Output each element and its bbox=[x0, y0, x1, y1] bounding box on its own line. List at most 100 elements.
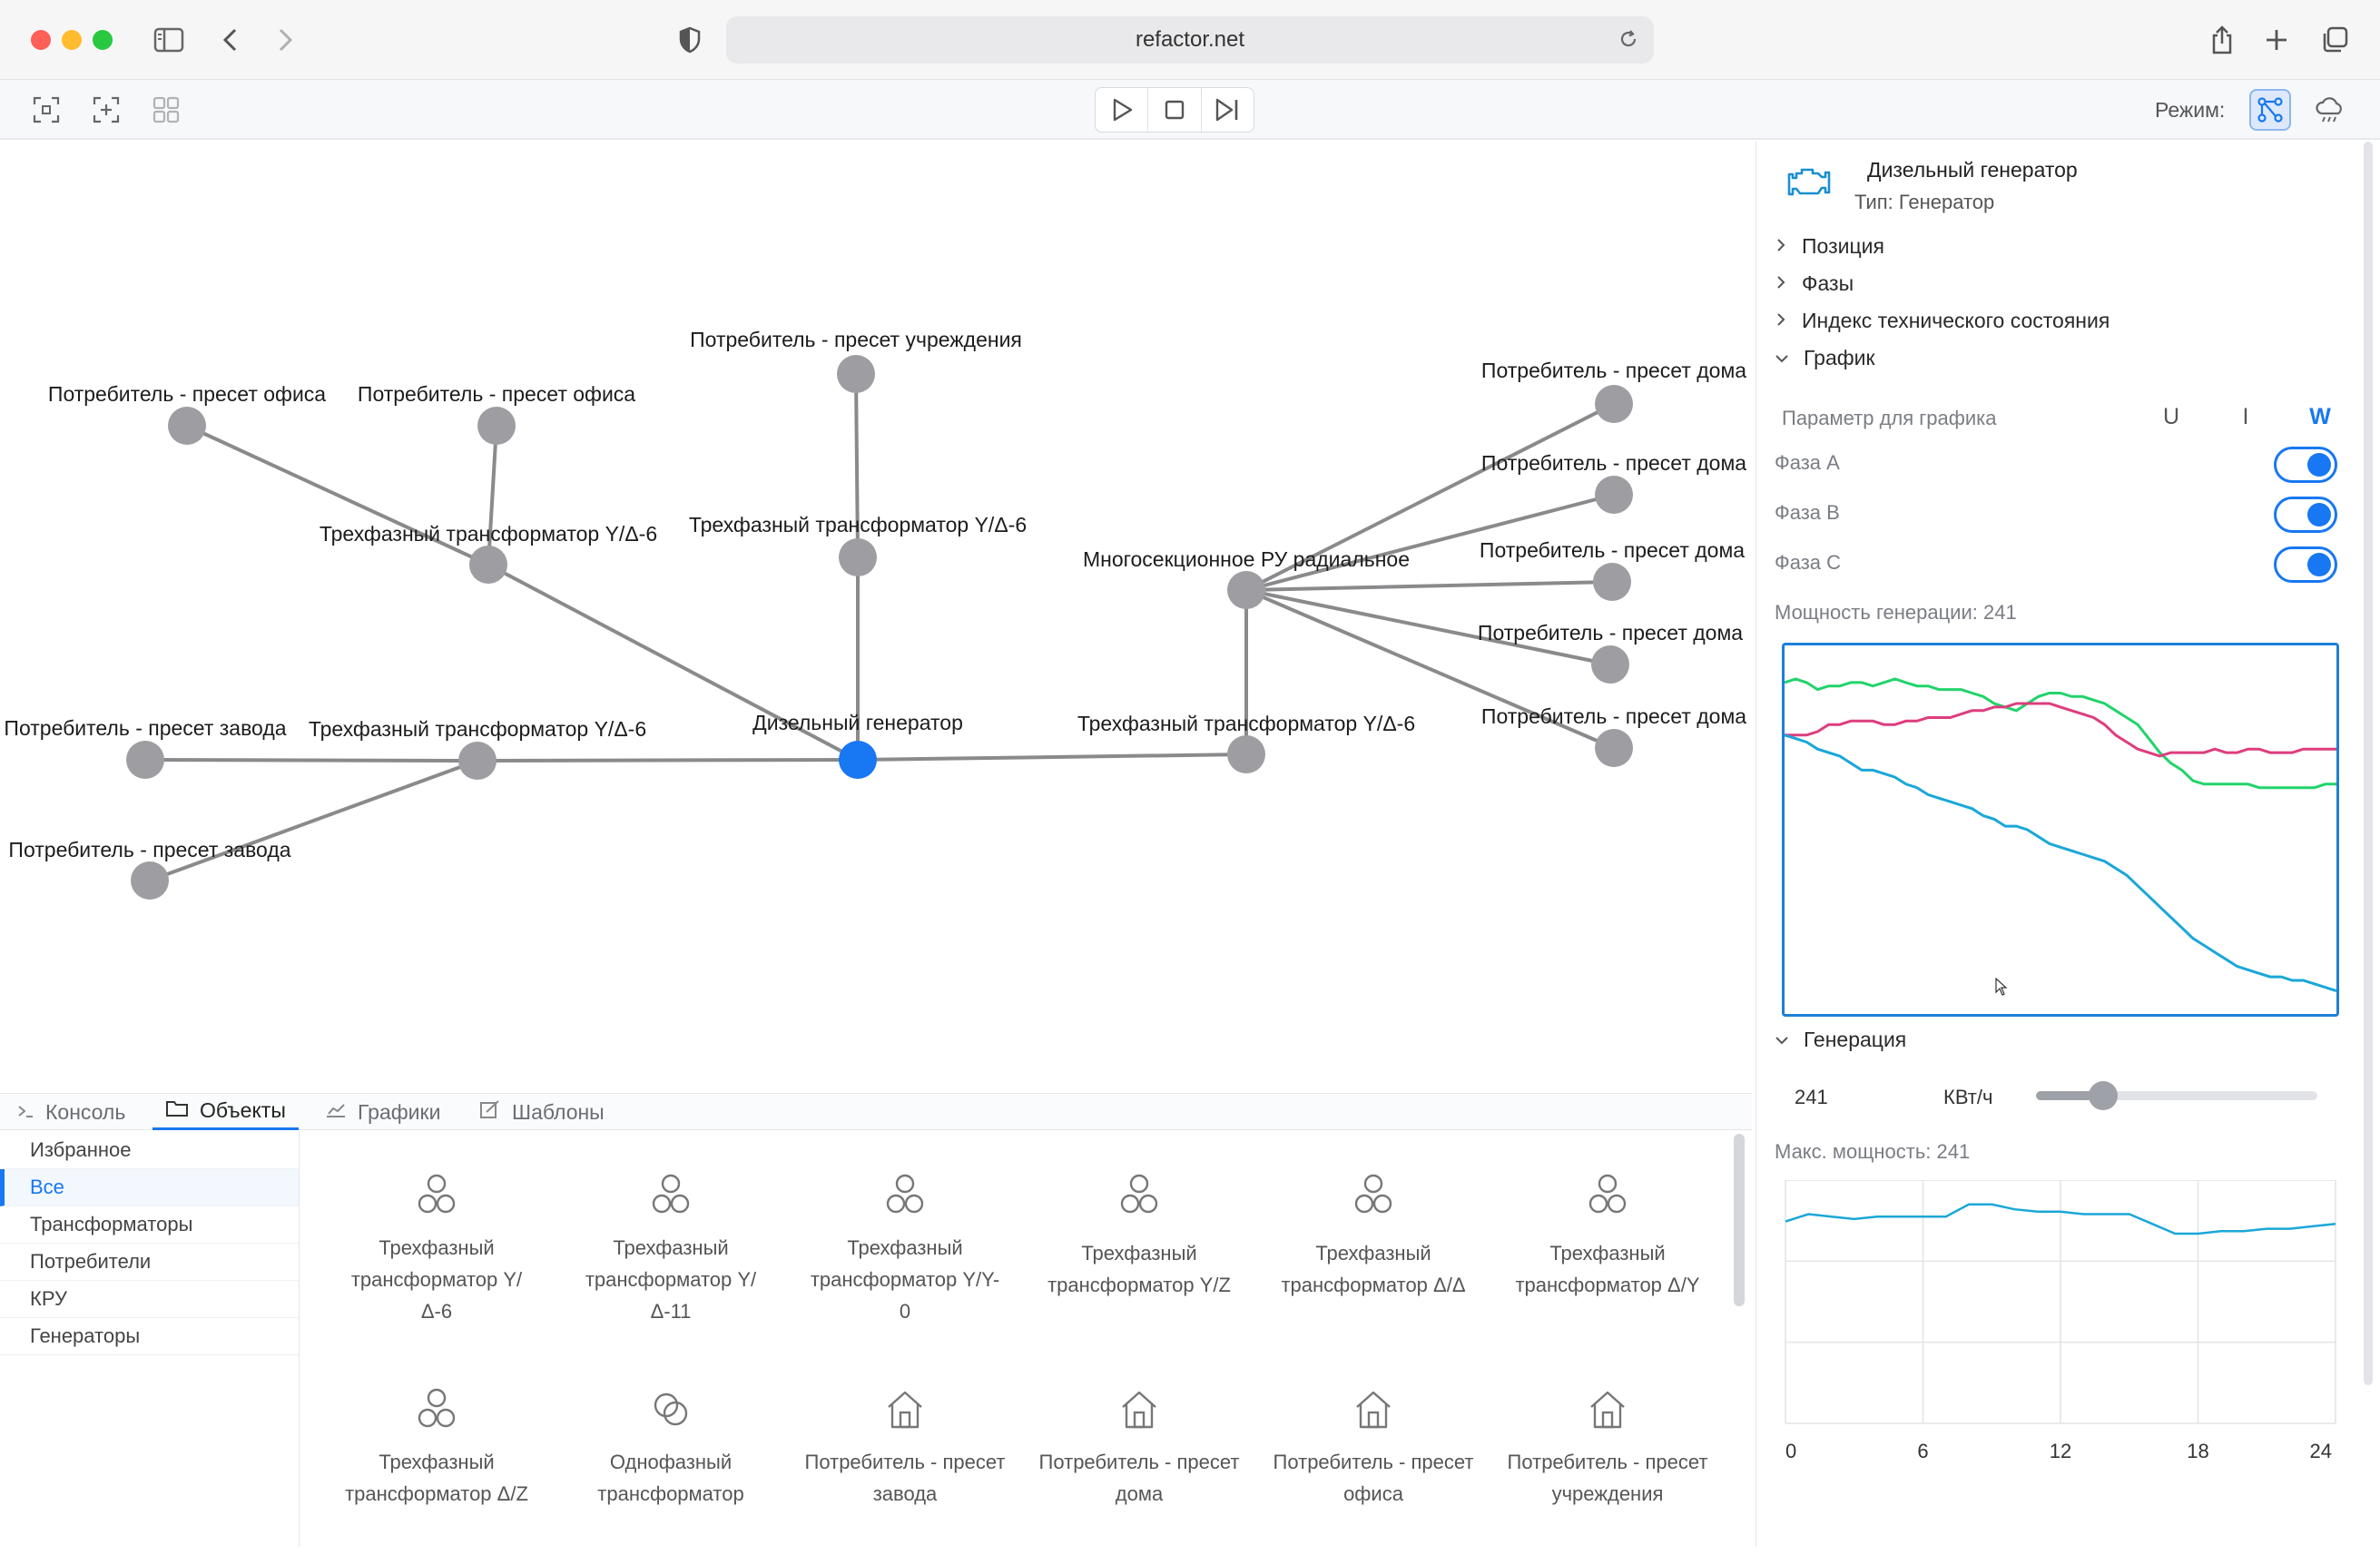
address-bar[interactable]: refactor.net bbox=[726, 16, 1654, 64]
section-position[interactable]: Позиция bbox=[1775, 234, 1884, 259]
object-card[interactable]: Трехфазный трансформатор Y/Z bbox=[1028, 1141, 1251, 1341]
graph-node[interactable] bbox=[839, 538, 877, 576]
graph-node[interactable] bbox=[1591, 645, 1629, 684]
browser-chrome: refactor.net bbox=[0, 0, 2380, 80]
section-phases[interactable]: Фазы bbox=[1775, 271, 1854, 296]
phase-b-toggle[interactable] bbox=[2274, 497, 2337, 533]
tab-charts[interactable]: Графики bbox=[325, 1094, 440, 1130]
object-card[interactable]: Трехфазный трансформатор Y/Δ-6 bbox=[325, 1141, 548, 1341]
graph-node[interactable] bbox=[126, 741, 164, 779]
graph-edge[interactable] bbox=[857, 753, 1247, 762]
graph-node[interactable] bbox=[131, 861, 169, 900]
properties-panel: Дизельный генератор Тип: Генератор Позиц… bbox=[1755, 142, 2380, 1546]
house-icon bbox=[1350, 1372, 1397, 1446]
new-tab-icon[interactable] bbox=[2257, 20, 2296, 60]
sidebar-toggle-icon[interactable] bbox=[149, 20, 189, 60]
step-forward-icon[interactable] bbox=[1202, 88, 1254, 132]
graph-edge[interactable] bbox=[149, 759, 478, 882]
generation-value[interactable]: 241 bbox=[1795, 1086, 1828, 1109]
object-card[interactable]: Трехфазный трансформатор Y/Δ-11 bbox=[559, 1141, 782, 1341]
graph-edge[interactable] bbox=[1245, 580, 1613, 592]
graph-edge[interactable] bbox=[144, 758, 478, 763]
close-window-button[interactable] bbox=[31, 30, 51, 50]
section-generation[interactable]: Генерация bbox=[1775, 1028, 1906, 1052]
generation-slider[interactable] bbox=[2036, 1081, 2317, 1110]
object-card[interactable]: Потребитель - пресет дома bbox=[1028, 1355, 1251, 1555]
fit-view-icon[interactable] bbox=[25, 89, 67, 131]
tab-objects[interactable]: Объекты bbox=[152, 1094, 299, 1130]
object-card[interactable]: Потребитель - пресет офиса bbox=[1262, 1355, 1485, 1555]
phase-a-label: Фаза A bbox=[1775, 451, 1840, 474]
section-chart[interactable]: График bbox=[1775, 346, 1875, 370]
slider-thumb[interactable] bbox=[2089, 1081, 2119, 1110]
share-icon[interactable] bbox=[2202, 20, 2242, 60]
three-circles-icon bbox=[1350, 1157, 1397, 1232]
panel-scrollbar[interactable] bbox=[2364, 142, 2373, 1385]
category-consumers[interactable]: Потребители bbox=[0, 1244, 299, 1281]
shield-icon[interactable] bbox=[670, 20, 710, 60]
object-grid-scrollbar[interactable] bbox=[1734, 1134, 1745, 1306]
max-power-chart[interactable]: 0 6 12 18 24 bbox=[1782, 1179, 2339, 1471]
phase-c-toggle[interactable] bbox=[2274, 546, 2337, 583]
graph-node-label: Потребитель - пресет дома bbox=[1481, 359, 1746, 382]
weather-mode-icon[interactable] bbox=[2309, 89, 2351, 131]
graph-node[interactable] bbox=[837, 355, 875, 393]
graph-node[interactable] bbox=[1593, 563, 1631, 601]
category-favorites[interactable]: Избранное bbox=[0, 1132, 299, 1169]
object-card[interactable]: Потребитель - пресет учреждения bbox=[1496, 1355, 1719, 1555]
graph-node[interactable] bbox=[458, 742, 497, 780]
network-mode-icon[interactable] bbox=[2249, 89, 2291, 131]
section-health-index[interactable]: Индекс технического состояния bbox=[1775, 309, 2110, 333]
minimize-window-button[interactable] bbox=[62, 30, 82, 50]
graph-node-label: Трехфазный трансформатор Y/Δ-6 bbox=[309, 717, 646, 741]
stop-icon[interactable] bbox=[1148, 88, 1202, 132]
section-label: Индекс технического состояния bbox=[1802, 309, 2110, 332]
param-row: Параметр для графика U I W bbox=[1782, 379, 2354, 454]
tab-console[interactable]: Консоль bbox=[16, 1094, 125, 1130]
three-circles-icon bbox=[413, 1372, 460, 1446]
object-card[interactable]: Трехфазный трансформатор Y/Y-0 bbox=[793, 1141, 1017, 1341]
graph-node-selected[interactable] bbox=[839, 741, 877, 779]
graph-node[interactable] bbox=[477, 407, 516, 445]
forward-icon[interactable] bbox=[265, 20, 305, 60]
param-i-button[interactable]: I bbox=[2218, 396, 2274, 438]
two-circles-icon bbox=[647, 1372, 694, 1446]
category-generators[interactable]: Генераторы bbox=[0, 1318, 299, 1355]
network-canvas[interactable]: Дизельный генератор Трехфазный трансформа… bbox=[0, 142, 1752, 1093]
object-card-label: Трехфазный трансформатор Y/Δ-11 bbox=[585, 1236, 757, 1323]
reload-icon[interactable] bbox=[1618, 28, 1639, 56]
category-all[interactable]: Все bbox=[0, 1169, 299, 1206]
object-card[interactable]: Трехфазный трансформатор Δ/Δ bbox=[1262, 1141, 1485, 1341]
phase-power-chart[interactable] bbox=[1782, 643, 2339, 1017]
network-graph[interactable]: Дизельный генератор Трехфазный трансформа… bbox=[0, 142, 1752, 1093]
graph-node[interactable] bbox=[1595, 476, 1633, 514]
max-power-label: Макс. мощность: 241 bbox=[1775, 1140, 1971, 1163]
graph-node-label: Потребитель - пресет завода bbox=[4, 716, 286, 740]
object-card[interactable]: Однофазный трансформатор bbox=[559, 1355, 782, 1555]
zoom-to-selection-icon[interactable] bbox=[85, 89, 127, 131]
phase-a-toggle[interactable] bbox=[2274, 447, 2337, 483]
category-transformers[interactable]: Трансформаторы bbox=[0, 1206, 299, 1244]
object-card[interactable]: Трехфазный трансформатор Δ/Z bbox=[325, 1355, 548, 1555]
param-w-button[interactable]: W bbox=[2292, 396, 2348, 438]
object-card[interactable]: Потребитель - пресет завода bbox=[793, 1355, 1017, 1555]
graph-node[interactable] bbox=[168, 407, 206, 445]
maximize-window-button[interactable] bbox=[93, 30, 113, 50]
power-generation-label: Мощность генерации: 241 bbox=[1775, 601, 2017, 624]
graph-node[interactable] bbox=[469, 546, 507, 584]
object-card[interactable]: Трехфазный трансформатор Δ/Y bbox=[1496, 1141, 1719, 1341]
graph-node-label: Потребитель - пресет офиса bbox=[358, 382, 635, 406]
back-icon[interactable] bbox=[211, 20, 251, 60]
graph-node[interactable] bbox=[1595, 729, 1633, 767]
grid-layout-icon[interactable] bbox=[145, 89, 187, 131]
graph-edge[interactable] bbox=[477, 758, 859, 763]
param-u-button[interactable]: U bbox=[2143, 396, 2199, 438]
graph-node[interactable] bbox=[1595, 385, 1633, 423]
category-kru[interactable]: КРУ bbox=[0, 1281, 299, 1318]
play-icon[interactable] bbox=[1096, 88, 1149, 132]
tab-templates[interactable]: Шаблоны bbox=[479, 1094, 605, 1130]
graph-node[interactable] bbox=[1227, 571, 1265, 609]
graph-node[interactable] bbox=[1227, 735, 1265, 773]
tab-overview-icon[interactable] bbox=[2315, 20, 2355, 60]
chevron-right-icon bbox=[1775, 271, 1787, 296]
